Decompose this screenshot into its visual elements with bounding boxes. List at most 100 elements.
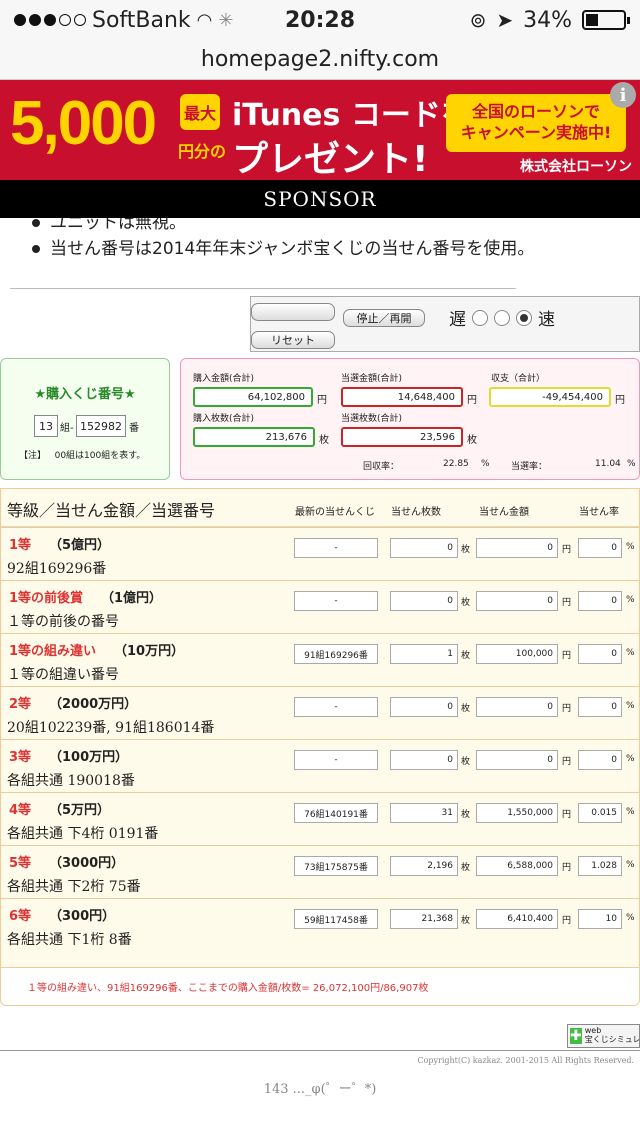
result-row: 5等 （3000円） 各組共通 下2桁 75番 73組175875番 2,196 枚 6,5… <box>1 845 640 898</box>
prize-amount: （3000円） <box>49 856 125 871</box>
unit-mai: 枚 <box>461 757 471 767</box>
unit-yen: 円 <box>562 545 572 555</box>
winning-number: 各組共通 下1桁 8番 <box>7 932 132 948</box>
win-rate-cell: 1.028 <box>578 856 622 876</box>
note-item: 当せん番号は2014年年末ジャンボ宝くじの当せん番号を使用。 <box>30 236 610 262</box>
prize-name: 3等 <box>9 750 32 765</box>
result-row: 4等 （5万円） 各組共通 下4桁 0191番 76組140191番 31 枚 1,550,… <box>1 792 640 845</box>
latest-ticket-field: 91組169296番 <box>294 644 378 664</box>
header-count: 当せん枚数 <box>391 507 441 518</box>
win-money-cell: 6,410,400 <box>476 909 558 929</box>
win-money-cell: 0 <box>476 538 558 558</box>
divider <box>10 288 516 289</box>
win-count-cell: 0 <box>390 697 458 717</box>
unit-mai: 枚 <box>461 916 471 926</box>
win-count-label: 当選枚数(合計) <box>341 414 403 424</box>
ticket-number-unit: 番 <box>129 423 139 434</box>
ad-amount: 5,000 <box>10 89 157 158</box>
status-bar: SoftBank ◠ ✳ 20:28 ⊚ ➤ 34% <box>0 0 640 40</box>
winning-number: 各組共通 190018番 <box>7 773 135 789</box>
control-panel: 停止／再開 リセット 遅 速 <box>250 296 640 352</box>
ad-banner[interactable]: 5,000 最大 円分の iTunes コードを プレゼント! 全国のローソンで… <box>0 80 640 180</box>
unit-mai: 枚 <box>319 435 329 446</box>
unit-mai: 枚 <box>461 810 471 820</box>
win-rate-value: 11.04 <box>595 459 621 469</box>
win-money-cell: 6,588,000 <box>476 856 558 876</box>
win-money-cell: 0 <box>476 750 558 770</box>
unit-pct: % <box>626 754 635 764</box>
unit-mai: 枚 <box>461 704 471 714</box>
balance-label: 収支（合計） <box>491 374 546 384</box>
win-rate-cell: 0 <box>578 591 622 611</box>
win-count-cell: 2,196 <box>390 856 458 876</box>
speed-fast-label: 速 <box>538 310 555 330</box>
address-bar[interactable]: homepage2.nifty.com <box>0 40 640 80</box>
unit-pct: % <box>481 459 490 469</box>
reset-button[interactable]: リセット <box>251 331 335 349</box>
latest-ticket-field: - <box>294 591 378 611</box>
win-rate-cell: 0 <box>578 644 622 664</box>
prize-amount: （5億円） <box>49 538 111 553</box>
win-count-cell: 1 <box>390 644 458 664</box>
win-count-cell: 0 <box>390 750 458 770</box>
ticket-number-field[interactable]: 152982 <box>76 415 126 437</box>
results-header: 等級／当せん金額／当選番号 最新の当せんくじ 当せん枚数 当せん金額 当せん率 <box>1 489 639 527</box>
ad-yen-label: 円分の <box>178 142 227 161</box>
speed-radio-1[interactable] <box>472 309 488 326</box>
simulator-badge[interactable]: ✚ web 宝くじシミュレーター <box>567 1024 640 1048</box>
winning-number: 20組102239番, 91組186014番 <box>7 720 215 736</box>
ad-max-label: 最大 <box>180 94 220 130</box>
win-amount-label: 当選金額(合計) <box>341 374 403 384</box>
unit-yen: 円 <box>562 810 572 820</box>
return-rate-value: 22.85 <box>443 459 469 469</box>
latest-ticket-field: - <box>294 697 378 717</box>
winning-number: 各組共通 下4桁 0191番 <box>7 826 159 842</box>
prize-name: 1等の組み違い <box>9 644 97 659</box>
win-amount-field: 14,648,400 <box>341 387 463 407</box>
location-icon: ➤ <box>496 8 514 32</box>
win-rate-cell: 10 <box>578 909 622 929</box>
loading-icon: ✳ <box>218 9 234 31</box>
ticket-note: 【注】 00組は100組を表す。 <box>19 448 145 461</box>
balance-field: -49,454,400 <box>489 387 611 407</box>
stats-panel: 購入金額(合計) 64,102,800 円 当選金額(合計) 14,648,40… <box>180 358 640 480</box>
speed-radio-2[interactable] <box>494 309 510 326</box>
stop-resume-button[interactable]: 停止／再開 <box>343 309 425 327</box>
unit-mai: 枚 <box>461 545 471 555</box>
win-rate-cell: 0 <box>578 697 622 717</box>
winning-number: １等の組違い番号 <box>7 667 119 683</box>
ticket-note-label: 【注】 <box>19 451 47 461</box>
return-rate-label: 回収率： <box>363 462 400 472</box>
ticket-group-field[interactable]: 13 <box>34 415 58 437</box>
speed-slow-label: 遅 <box>449 310 466 330</box>
speed-radio-3[interactable] <box>516 309 532 326</box>
win-money-cell: 0 <box>476 591 558 611</box>
result-row: 1等の組み違い （10万円） １等の組違い番号 91組169296番 1 枚 100,000… <box>1 633 640 686</box>
sponsor-bar: SPONSOR <box>0 180 640 218</box>
winning-number: １等の前後の番号 <box>7 614 119 630</box>
unit-pct: % <box>627 459 636 469</box>
winning-number: 92組169296番 <box>7 561 107 577</box>
latest-ticket-field: - <box>294 538 378 558</box>
header-latest: 最新の当せんくじ <box>295 507 375 518</box>
prize-amount: （10万円） <box>114 644 185 659</box>
start-button[interactable] <box>251 303 335 321</box>
info-icon[interactable]: i <box>610 82 636 108</box>
prize-name: 2等 <box>9 697 32 712</box>
unit-yen: 円 <box>562 863 572 873</box>
win-rate-cell: 0 <box>578 538 622 558</box>
unit-yen: 円 <box>562 757 572 767</box>
copyright: Copyright(C) kazkaz. 2001-2015 All Right… <box>417 1056 634 1065</box>
unit-mai: 枚 <box>461 863 471 873</box>
unit-yen: 円 <box>562 598 572 608</box>
summary-line: １等の組み違い、91組169296番、ここまでの購入金額/枚数= 26,072,… <box>0 968 640 1006</box>
win-count-cell: 0 <box>390 591 458 611</box>
wifi-icon: ◠ <box>196 9 213 31</box>
ad-campaign-line1: 全国のローソンで <box>471 102 600 122</box>
battery-percent: 34% <box>523 7 572 33</box>
winning-number: 各組共通 下2桁 75番 <box>7 879 141 895</box>
unit-pct: % <box>626 701 635 711</box>
result-row: 3等 （100万円） 各組共通 190018番 -0 枚 0 円 0% <box>1 739 640 792</box>
results-table: 等級／当せん金額／当選番号 最新の当せんくじ 当せん枚数 当せん金額 当せん率 … <box>0 488 640 968</box>
purchase-count-field: 213,676 <box>193 427 315 447</box>
